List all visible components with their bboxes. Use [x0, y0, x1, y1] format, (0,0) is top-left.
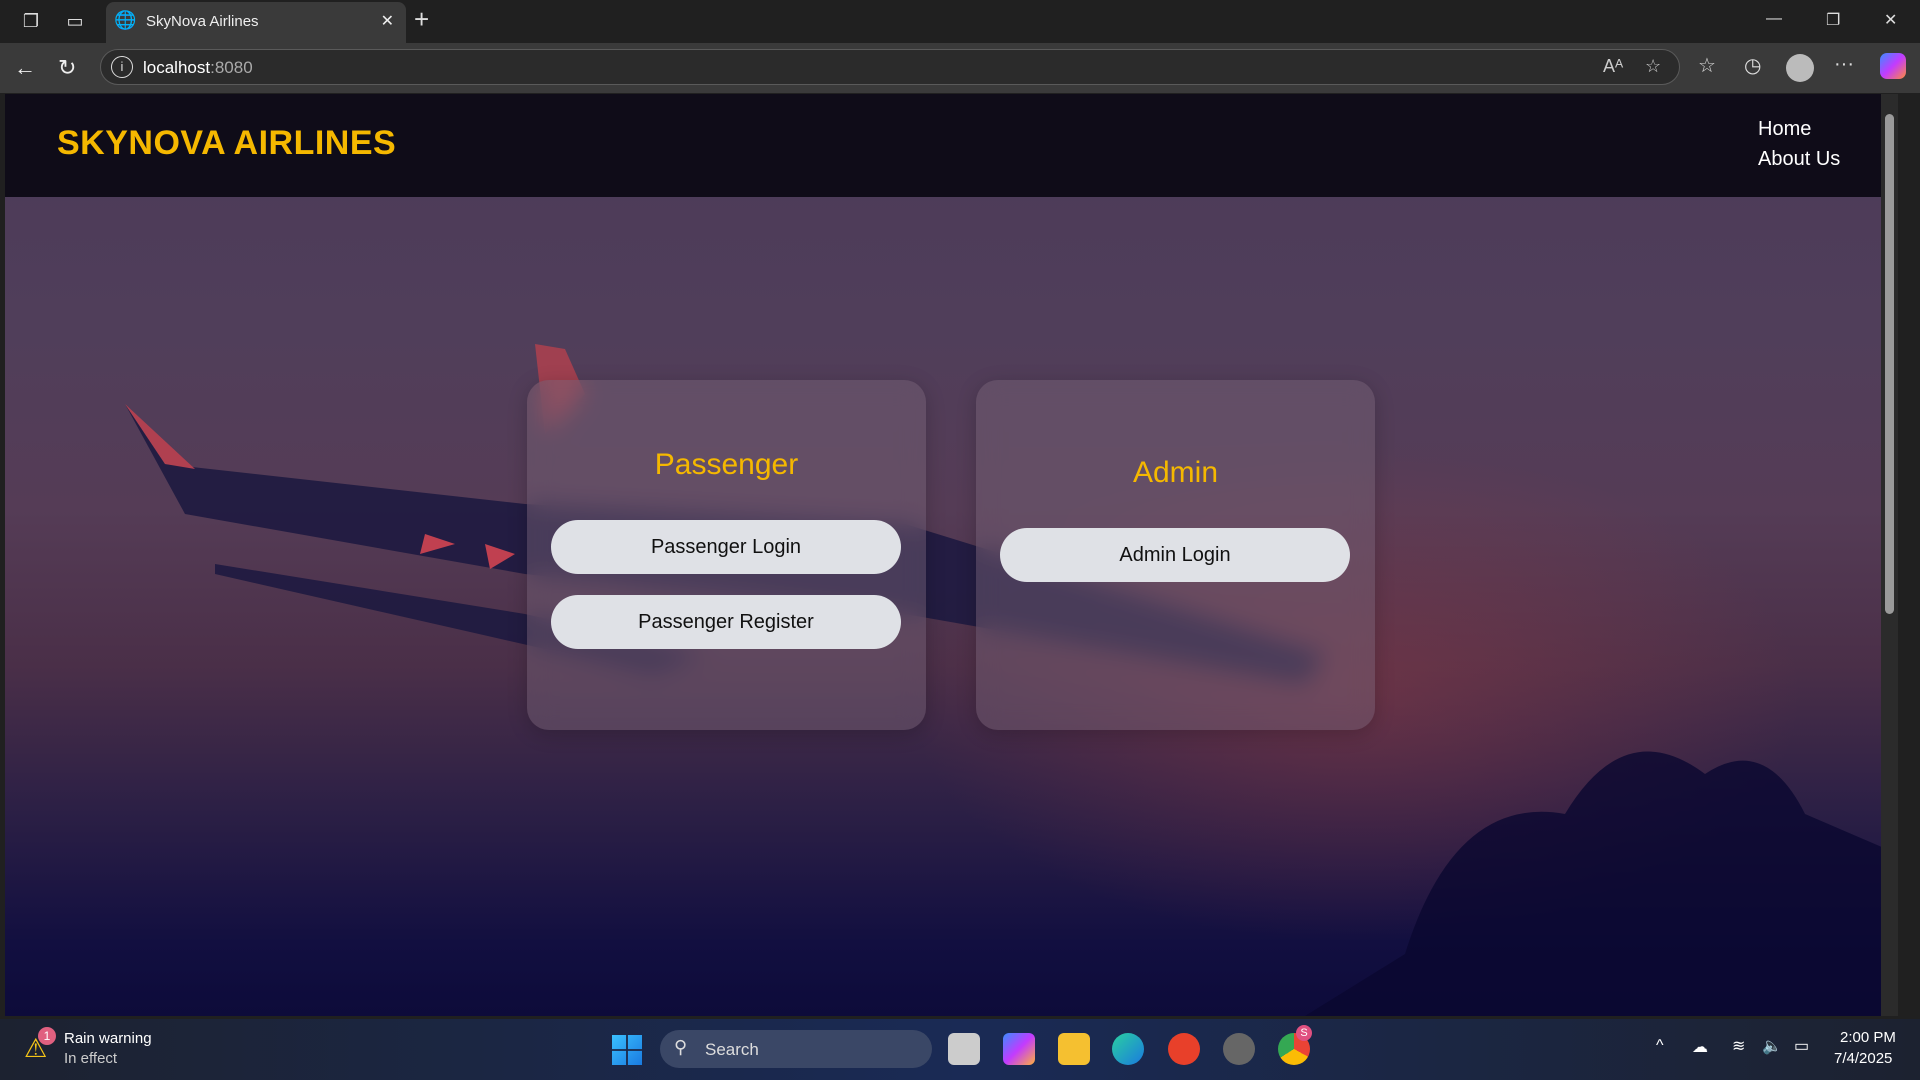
read-aloud-icon[interactable]: Aᴬ [1603, 56, 1623, 77]
site-header: SKYNOVA AIRLINES Home About Us [5, 94, 1898, 197]
admin-login-button[interactable]: Admin Login [1000, 528, 1350, 582]
more-menu-icon[interactable]: ··· [1834, 53, 1854, 76]
chrome-profile-badge: S [1296, 1025, 1312, 1041]
copilot-app-icon[interactable] [1003, 1033, 1035, 1065]
address-bar-row: ← ↻ i localhost:8080 Aᴬ ☆ ☆ ◷ ··· [0, 43, 1920, 93]
nav-home-link[interactable]: Home [1758, 118, 1811, 141]
wps-office-icon[interactable] [1168, 1033, 1200, 1065]
address-bar[interactable]: i localhost:8080 Aᴬ ☆ [100, 49, 1680, 85]
search-icon: ⚲ [674, 1037, 688, 1057]
clock-time[interactable]: 2:00 PM [1840, 1029, 1896, 1046]
site-logo[interactable]: SKYNOVA AIRLINES [57, 124, 396, 163]
file-explorer-icon[interactable] [1058, 1033, 1090, 1065]
history-icon[interactable]: ◷ [1744, 53, 1761, 78]
site-info-icon[interactable]: i [111, 56, 133, 78]
battery-icon[interactable]: ▭ [1794, 1036, 1809, 1056]
profile-avatar[interactable] [1786, 54, 1814, 82]
favorite-star-icon[interactable]: ☆ [1645, 56, 1661, 77]
url-text: localhost:8080 [143, 58, 253, 77]
web-page: SKYNOVA AIRLINES Home About Us Passenger… [5, 94, 1898, 1016]
workspaces-icon[interactable]: ❐ [18, 8, 44, 34]
show-hidden-icons[interactable]: ^ [1656, 1037, 1664, 1055]
page-scrollbar[interactable] [1881, 94, 1898, 1016]
weather-badge: 1 [38, 1027, 56, 1045]
passenger-register-button[interactable]: Passenger Register [551, 595, 901, 649]
refresh-button[interactable]: ↻ [58, 55, 76, 81]
admin-card: Admin Admin Login [976, 380, 1375, 730]
volume-icon[interactable]: 🔈 [1762, 1036, 1782, 1056]
new-tab-button[interactable]: + [414, 4, 429, 35]
close-window-button[interactable]: ✕ [1884, 10, 1897, 30]
passenger-card-title: Passenger [654, 448, 799, 481]
admin-card-title: Admin [1132, 456, 1219, 489]
copilot-icon[interactable] [1880, 53, 1906, 79]
nav-about-link[interactable]: About Us [1758, 148, 1840, 171]
start-button[interactable] [612, 1035, 642, 1065]
scrollbar-thumb[interactable] [1885, 114, 1894, 614]
weather-subtitle[interactable]: In effect [64, 1050, 117, 1067]
passenger-login-button[interactable]: Passenger Login [551, 520, 901, 574]
settings-gear-icon[interactable] [1223, 1033, 1255, 1065]
airplane-background-image [125, 344, 1898, 1016]
close-tab-icon[interactable]: ✕ [381, 11, 394, 31]
tab-title: SkyNova Airlines [146, 13, 259, 30]
taskbar-search[interactable]: ⚲ Search [660, 1030, 932, 1068]
tab-actions-icon[interactable]: ▭ [62, 8, 88, 34]
edge-icon[interactable] [1112, 1033, 1144, 1065]
minimize-button[interactable]: — [1766, 10, 1782, 28]
globe-icon: 🌐 [114, 10, 137, 30]
task-view-icon[interactable] [948, 1033, 980, 1065]
favorites-icon[interactable]: ☆ [1698, 53, 1716, 78]
passenger-card: Passenger Passenger Login Passenger Regi… [527, 380, 926, 730]
onedrive-icon[interactable]: ☁ [1692, 1037, 1708, 1057]
weather-title[interactable]: Rain warning [64, 1030, 152, 1047]
clock-date[interactable]: 7/4/2025 [1834, 1050, 1892, 1067]
back-button[interactable]: ← [14, 55, 36, 81]
browser-tab[interactable]: 🌐 SkyNova Airlines ✕ [106, 2, 406, 43]
wifi-icon[interactable]: ≋ [1732, 1036, 1745, 1056]
browser-tab-bar: ❐ ▭ 🌐 SkyNova Airlines ✕ + — ❐ ✕ [0, 0, 1920, 43]
windows-taskbar: ⚠ 1 Rain warning In effect ⚲ Search S ^ … [0, 1019, 1920, 1080]
restore-button[interactable]: ❐ [1826, 10, 1840, 30]
search-label: Search [705, 1040, 759, 1059]
